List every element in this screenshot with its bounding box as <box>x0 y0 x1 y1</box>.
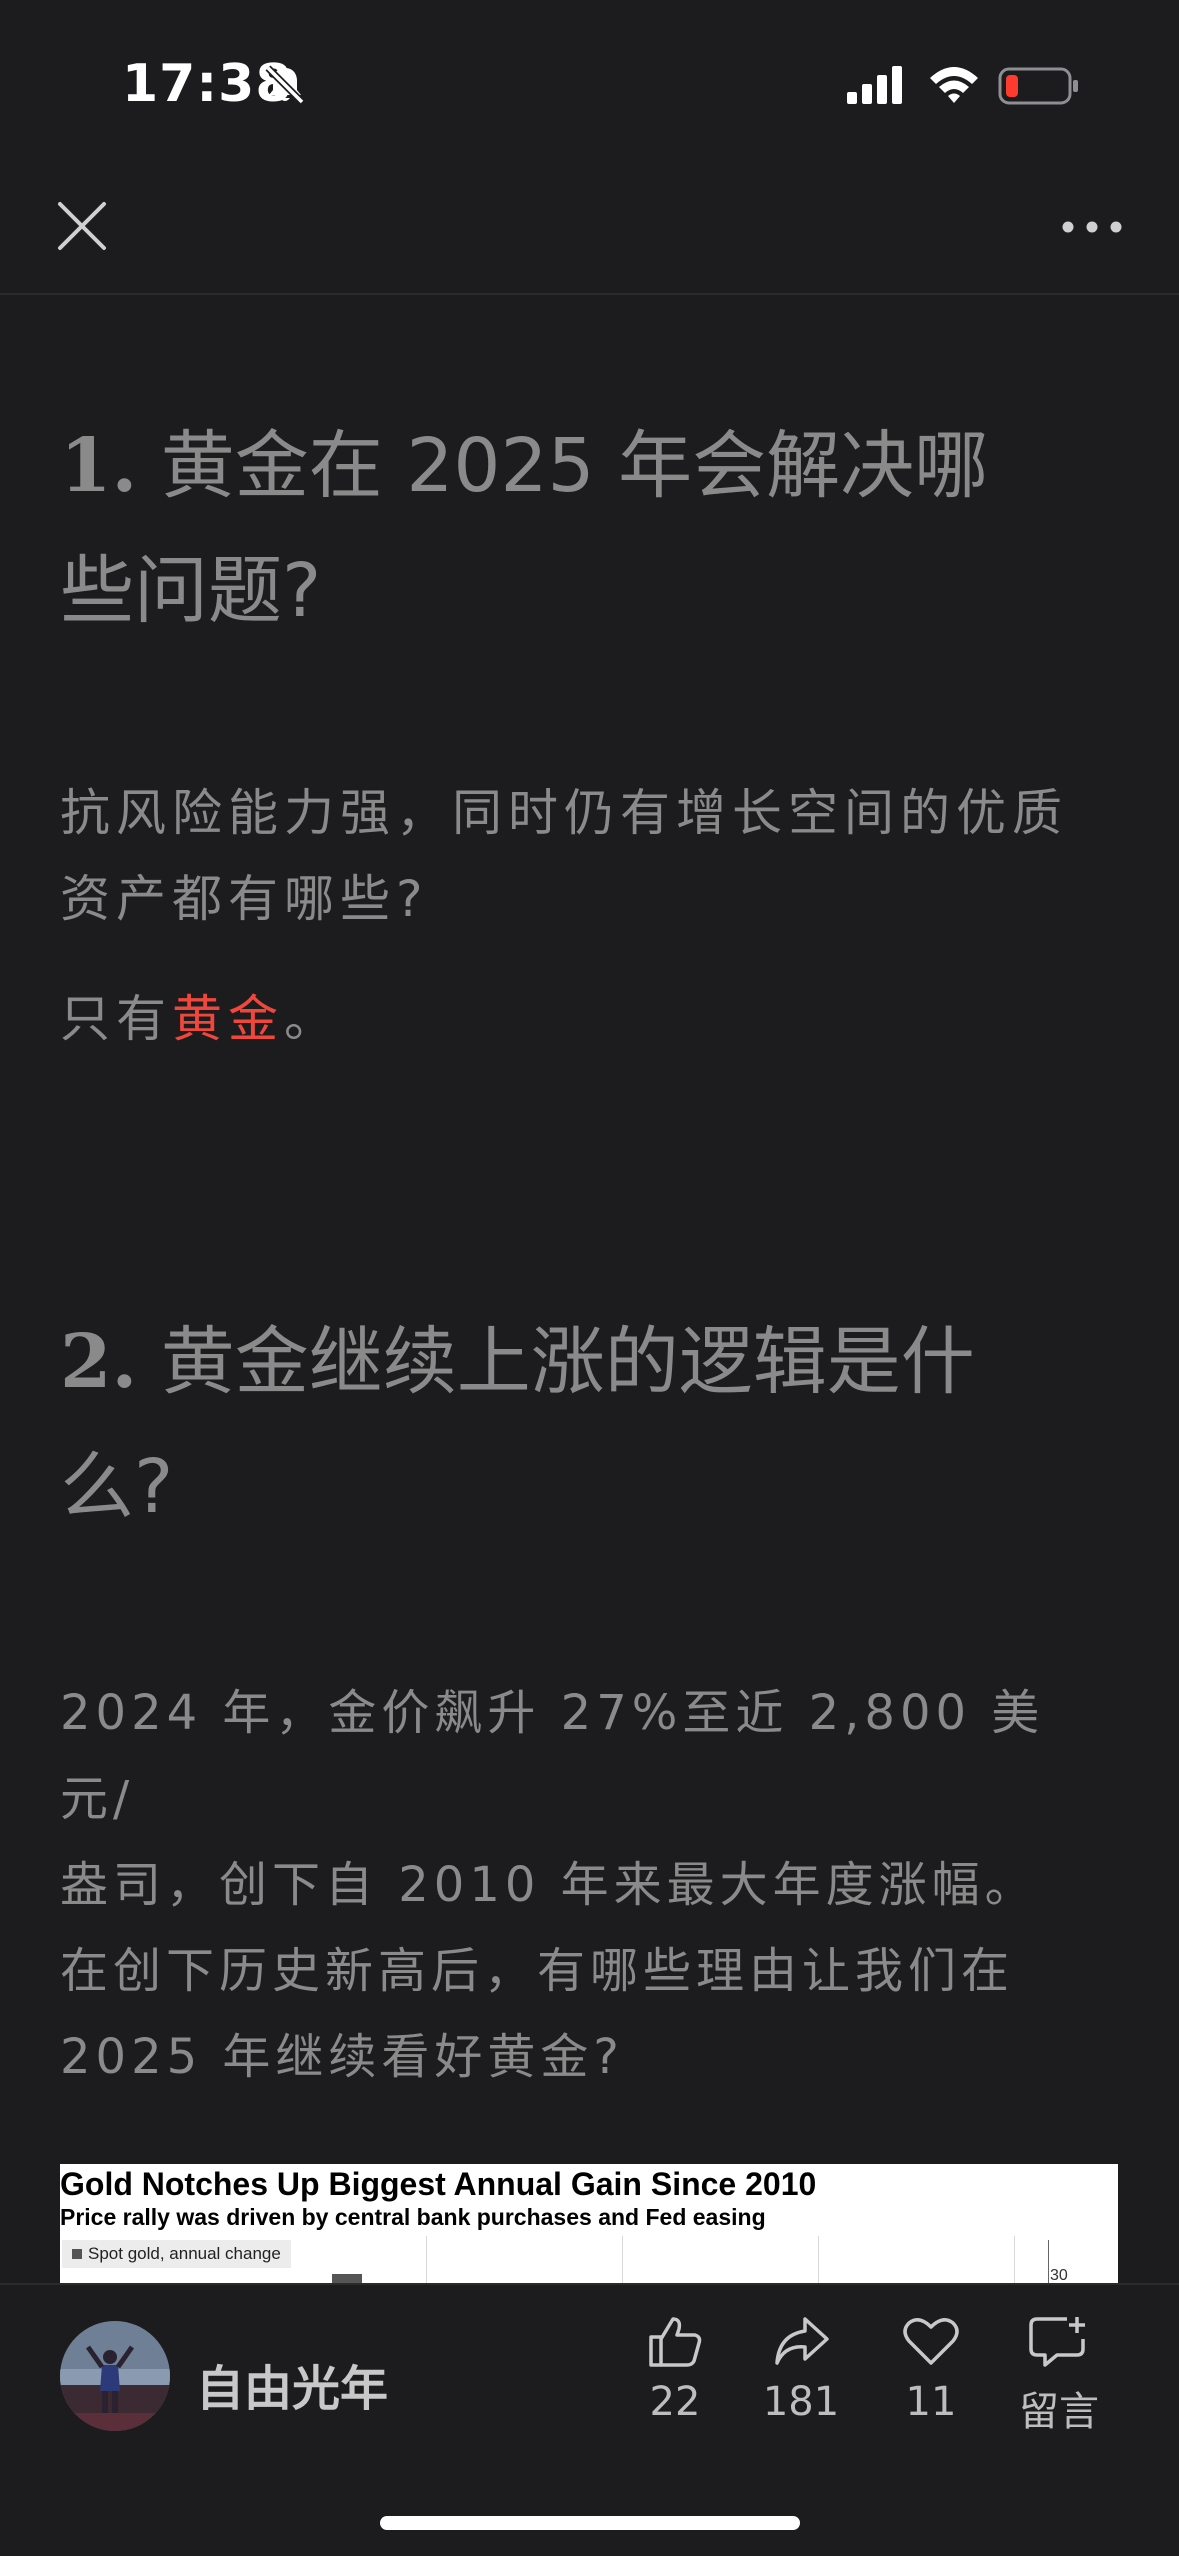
like-count: 22 <box>649 2379 701 2425</box>
chart-axis <box>1048 2240 1049 2284</box>
more-options-button[interactable] <box>1060 214 1124 240</box>
heading-number: 1. <box>60 423 138 509</box>
paragraph-3: 2024 年，金价飙升 27%至近 2,800 美元/ 盎司，创下自 2010 … <box>60 1670 1100 2100</box>
wifi-icon <box>930 67 978 103</box>
legend-label: Spot gold, annual change <box>88 2244 281 2263</box>
share-arrow-icon <box>775 2317 829 2365</box>
paragraph-line: 盎司，创下自 2010 年来最大年度涨幅。 <box>60 1857 1038 1913</box>
battery-low-icon <box>998 67 1078 105</box>
paragraph-1: 抗风险能力强，同时仍有增长空间的优质 资产都有哪些? <box>60 770 1100 942</box>
like-button[interactable]: 22 <box>620 2313 730 2425</box>
chart-image-subtitle: Price rally was driven by central bank p… <box>60 2204 766 2230</box>
comment-button[interactable]: 留言 <box>1004 2313 1114 2437</box>
thumbs-up-icon <box>649 2317 702 2367</box>
paragraph-line: 2024 年，金价飙升 27%至近 2,800 美元/ <box>60 1685 1045 1827</box>
chart-image-legend: Spot gold, annual change <box>62 2240 291 2268</box>
chart-gridline <box>818 2236 819 2284</box>
bell-muted-icon <box>265 65 305 105</box>
share-count: 181 <box>762 2379 840 2425</box>
paragraph-line: 在创下历史新高后，有哪些理由让我们在 <box>60 1943 1015 1999</box>
paragraph-text: 只有 <box>60 990 172 1048</box>
paragraph-line: 抗风险能力强，同时仍有增长空间的优质 <box>60 784 1068 842</box>
section-heading-2: 2. 黄金继续上涨的逻辑是什 么? <box>60 1300 1080 1550</box>
home-indicator[interactable] <box>380 2516 800 2530</box>
heading-text-line2: 么? <box>60 1444 174 1530</box>
cellular-signal-icon <box>847 66 902 104</box>
legend-swatch <box>72 2249 82 2259</box>
paragraph-2: 只有黄金。 <box>60 976 1100 1062</box>
comment-label: 留言 <box>1019 2389 1099 2435</box>
chart-gridline <box>1014 2236 1015 2284</box>
favorite-button[interactable]: 11 <box>876 2313 986 2425</box>
highlighted-text: 黄金 <box>172 990 284 1048</box>
heading-text-line2: 些问题? <box>60 548 322 634</box>
chart-image-title: Gold Notches Up Biggest Annual Gain Sinc… <box>60 2166 817 2202</box>
comment-add-icon <box>1029 2317 1085 2367</box>
chart-gridline <box>622 2236 623 2284</box>
nav-divider <box>0 293 1179 295</box>
chart-y-tick: 30 <box>1050 2267 1068 2284</box>
bottom-divider <box>0 2283 1179 2285</box>
share-button[interactable]: 181 <box>746 2313 856 2425</box>
heart-icon <box>903 2318 959 2365</box>
paragraph-text: 。 <box>284 990 340 1048</box>
author-avatar[interactable] <box>60 2321 170 2431</box>
paragraph-line: 资产都有哪些? <box>60 870 429 928</box>
close-button[interactable] <box>52 196 112 256</box>
heading-text-line1: 黄金在 2025 年会解决哪 <box>160 423 989 509</box>
heading-text-line1: 黄金继续上涨的逻辑是什 <box>160 1319 975 1405</box>
section-heading-1: 1. 黄金在 2025 年会解决哪 些问题? <box>60 404 1080 654</box>
status-bar: 17:38 <box>0 0 1179 175</box>
chart-gridline <box>426 2236 427 2284</box>
heading-number: 2. <box>60 1319 138 1405</box>
author-name[interactable]: 自由光年 <box>196 2349 388 2419</box>
embedded-chart-image[interactable]: Gold Notches Up Biggest Annual Gain Sinc… <box>60 2164 1118 2284</box>
favorite-count: 11 <box>905 2379 957 2425</box>
paragraph-line: 2025 年继续看好黄金? <box>60 2029 624 2085</box>
